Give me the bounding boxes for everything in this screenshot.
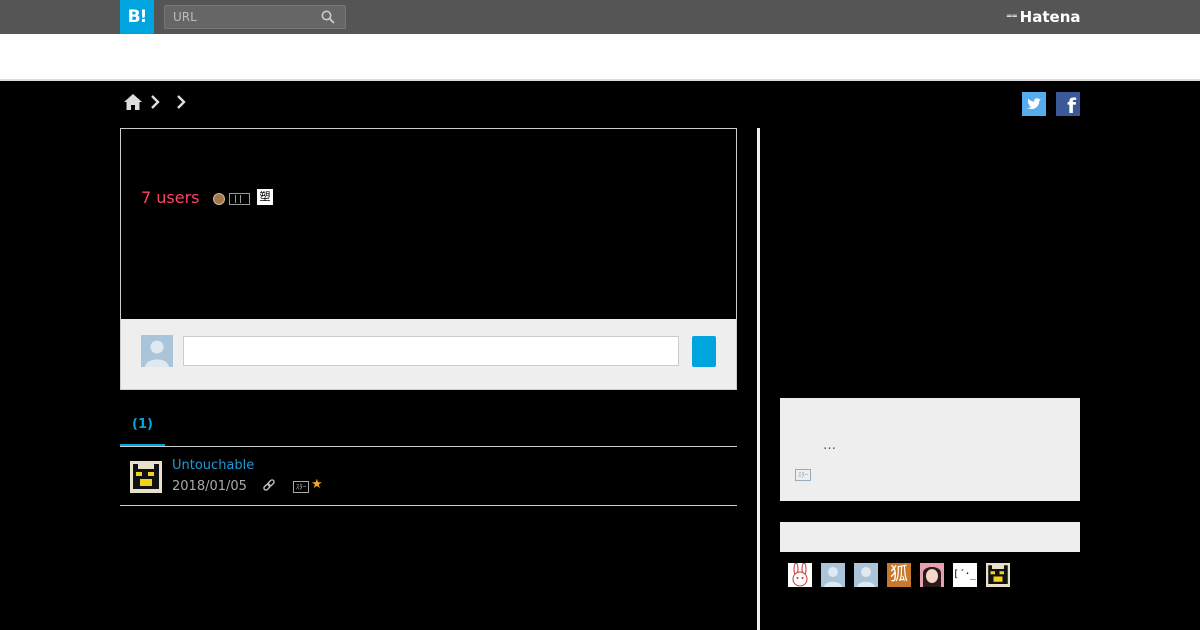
twitter-share-button[interactable] (1022, 92, 1046, 116)
user-icon-default-2[interactable] (854, 563, 878, 587)
chevron-right-icon (151, 95, 160, 109)
my-avatar (141, 335, 173, 367)
search-box (164, 5, 346, 29)
girl-avatar-icon (920, 563, 944, 587)
user-icon-default-1[interactable] (821, 563, 845, 587)
add-star-button[interactable]: ｽﾀｰ (293, 481, 309, 493)
search-icon[interactable] (321, 10, 335, 24)
entry-panel (120, 128, 737, 320)
list-bottom-divider (120, 505, 737, 506)
ad-banner-area (0, 34, 1200, 79)
user-icon-girl[interactable] (920, 563, 944, 587)
default-avatar-icon (824, 567, 842, 587)
pixel-cat-avatar-icon (130, 461, 162, 493)
search-input[interactable] (165, 6, 323, 28)
bookmark-user-link[interactable]: Untouchable (172, 458, 254, 473)
user-icon-kaomoji[interactable]: [´･_ (953, 563, 977, 587)
link-icon[interactable] (262, 479, 276, 493)
film-favicon-icon (229, 193, 250, 205)
default-avatar-icon (145, 340, 169, 367)
submit-button[interactable] (692, 336, 716, 367)
chevron-right-icon (177, 95, 186, 109)
user-icon-rabbit[interactable] (788, 563, 812, 587)
rabbit-avatar-icon (792, 563, 808, 587)
sidebar-star-icon[interactable]: ｽﾀｰ (795, 469, 811, 481)
hatena-bookmark-logo[interactable]: B! (120, 0, 154, 34)
default-avatar-icon (857, 567, 875, 587)
user-icon-fox-kanji[interactable]: 狐 (887, 563, 911, 587)
facebook-icon: f (1067, 94, 1076, 118)
user-icon-pixel-cat[interactable] (986, 563, 1010, 587)
column-divider (757, 128, 760, 630)
bookmark-user-avatar[interactable] (130, 461, 162, 493)
twitter-icon (1027, 98, 1041, 110)
hatena-brand-label: Hatena (1019, 8, 1081, 26)
home-icon[interactable] (123, 92, 143, 112)
header-divider (0, 79, 1200, 81)
users-count-link[interactable]: 7 users (141, 188, 200, 207)
star-icon: ★ (311, 477, 323, 492)
sidebar-ellipsis: … (823, 438, 836, 453)
pixel-cat-avatar-icon (986, 563, 1010, 587)
comment-input[interactable] (183, 336, 679, 366)
globe-favicon-icon (213, 193, 225, 205)
tab-bookmarks[interactable]: (1) (120, 417, 165, 445)
kanji-favicon-icon: 塑 (257, 189, 273, 205)
bookmark-date: 2018/01/05 (172, 479, 247, 494)
hatena-mark-icon: ⁼⁼ (1006, 11, 1018, 25)
sidebar-users-header (780, 522, 1080, 552)
hatena-brand-link[interactable]: ⁼⁼ Hatena (1006, 8, 1081, 26)
list-top-divider (120, 446, 737, 447)
facebook-share-button[interactable]: f (1056, 92, 1080, 118)
